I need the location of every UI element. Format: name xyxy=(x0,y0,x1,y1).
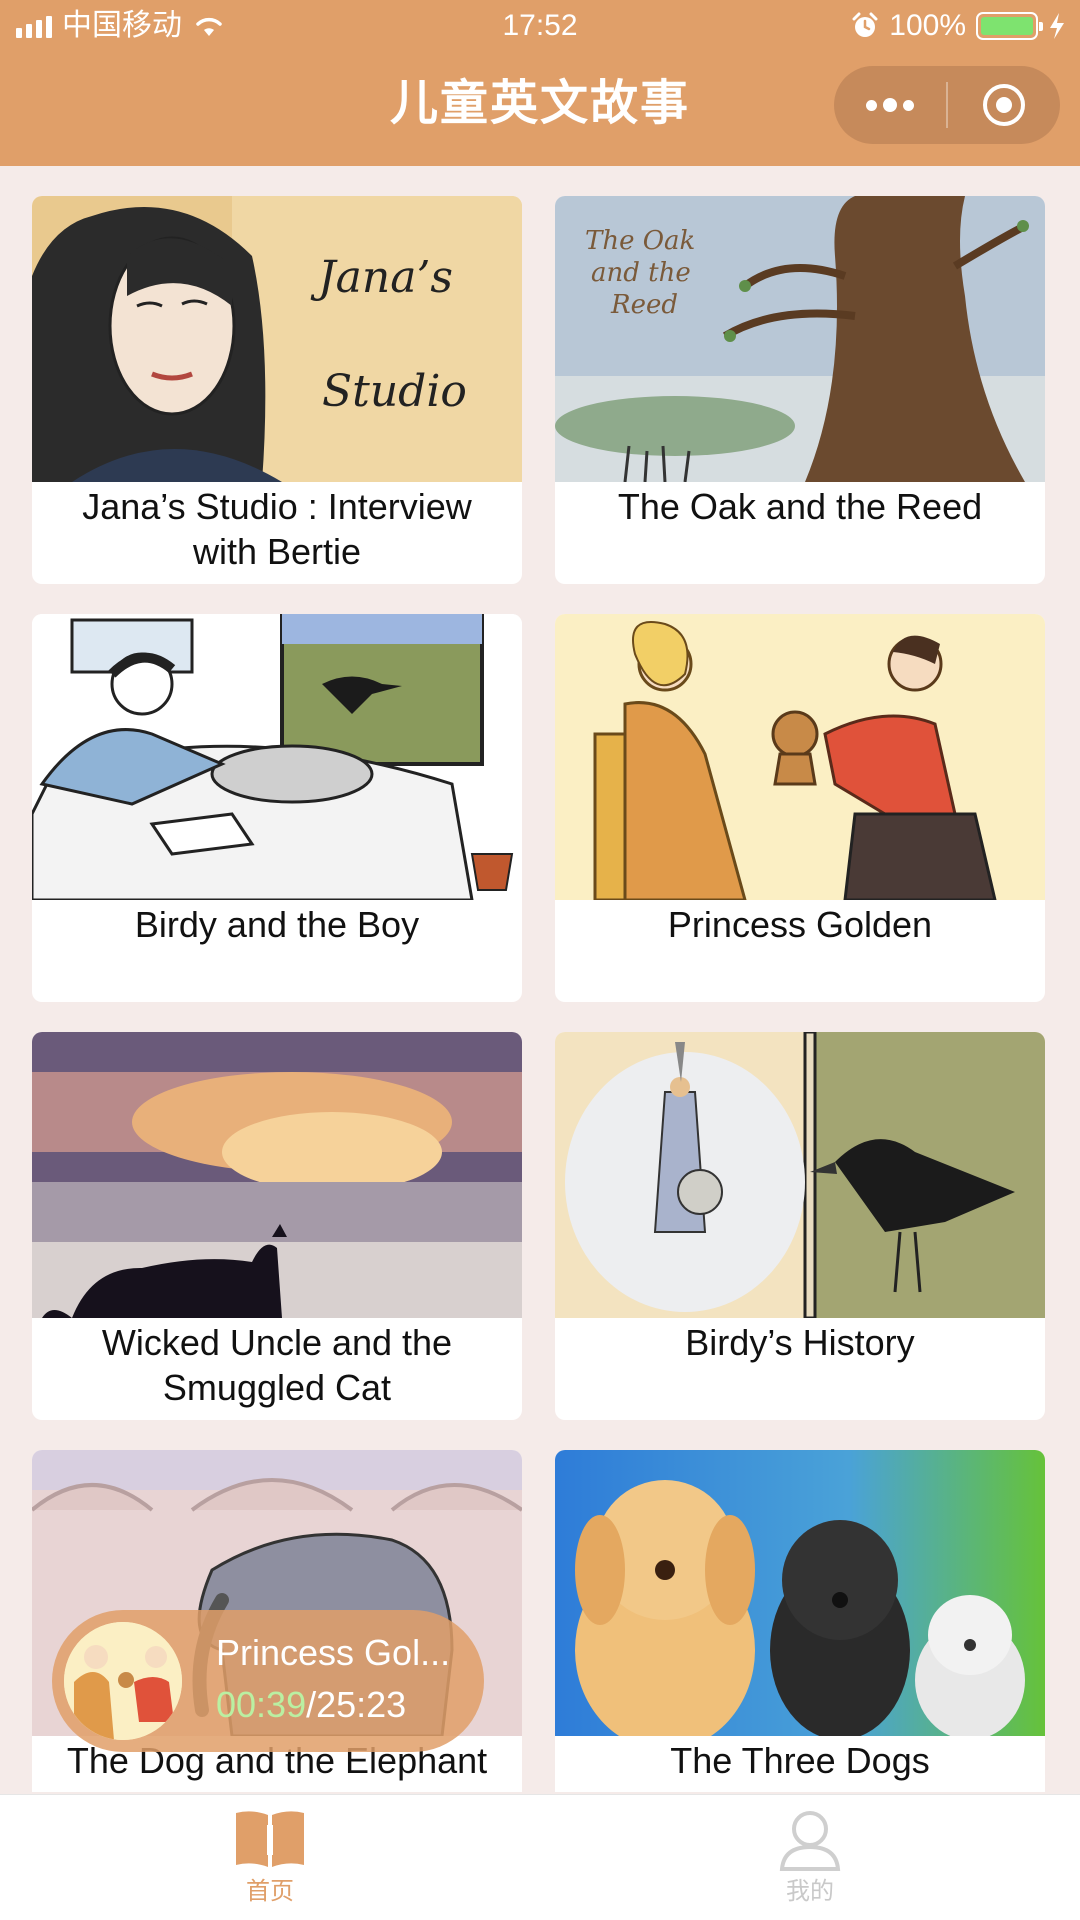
story-title: The Three Dogs xyxy=(670,1740,930,1781)
story-thumbnail xyxy=(555,1450,1045,1736)
story-card[interactable]: The Three Dogs xyxy=(555,1450,1045,1792)
battery-percent: 100% xyxy=(889,9,966,42)
miniprogram-capsule xyxy=(834,66,1060,144)
story-card[interactable]: The Oak and the Reed The Oak and the Ree… xyxy=(555,196,1045,584)
story-card[interactable]: Princess Golden xyxy=(555,614,1045,1002)
book-icon xyxy=(236,1811,304,1867)
player-cover[interactable] xyxy=(64,1622,182,1740)
thumb-text-oak-1: The Oak xyxy=(585,226,696,256)
tab-home[interactable]: 首页 xyxy=(0,1795,540,1920)
story-title: Princess Golden xyxy=(667,904,933,945)
story-card[interactable]: Wicked Uncle and the Smuggled Cat xyxy=(32,1032,522,1420)
status-bar: 中国移动 17:52 100% xyxy=(0,0,1080,52)
battery-icon xyxy=(976,12,1043,40)
thumb-text-oak-2: and the xyxy=(591,258,691,288)
close-miniprogram-button[interactable] xyxy=(948,66,1060,144)
more-button[interactable] xyxy=(834,66,946,144)
thumb-text-oak-3: Reed xyxy=(611,290,678,320)
player-time: 00:39/25:23 xyxy=(216,1682,406,1728)
story-card[interactable]: Birdy and the Boy xyxy=(32,614,522,1002)
story-thumbnail xyxy=(32,1032,522,1318)
story-card[interactable]: Birdy’s History xyxy=(555,1032,1045,1420)
thumb-text-jana-1: Jana’s xyxy=(318,252,454,303)
story-title: Birdy and the Boy xyxy=(134,904,420,945)
story-thumbnail: Jana’s Studio xyxy=(32,196,522,482)
target-icon xyxy=(983,84,1025,126)
story-title: Jana’s Studio : Interview with Bertie xyxy=(82,486,472,572)
tab-home-label: 首页 xyxy=(246,1878,294,1905)
person-icon xyxy=(779,1811,841,1871)
tab-mine[interactable]: 我的 xyxy=(540,1795,1080,1920)
tab-bar: 首页 我的 xyxy=(0,1794,1080,1920)
player-current-time: 00:39 xyxy=(216,1684,307,1725)
story-title: Wicked Uncle and the Smuggled Cat xyxy=(101,1322,453,1408)
story-thumbnail xyxy=(32,614,522,900)
charging-icon xyxy=(1050,13,1064,39)
story-grid: Jana’s Studio Jana’s Studio : Interview … xyxy=(32,196,1048,1792)
story-thumbnail xyxy=(555,614,1045,900)
player-title: Princess Gol... xyxy=(216,1632,451,1673)
thumb-text-jana-2: Studio xyxy=(322,366,467,417)
story-title: Birdy’s History xyxy=(685,1322,915,1363)
top-bar: 中国移动 17:52 100% 儿童英文故事 xyxy=(0,0,1080,166)
alarm-icon xyxy=(852,12,878,37)
story-title: The Oak and the Reed xyxy=(617,486,983,527)
tab-mine-label: 我的 xyxy=(786,1878,834,1905)
mini-player[interactable]: Princess Gol... 00:39/25:23 xyxy=(52,1610,484,1752)
player-total-time: /25:23 xyxy=(306,1684,407,1725)
story-card[interactable]: Jana’s Studio Jana’s Studio : Interview … xyxy=(32,196,522,584)
story-thumbnail xyxy=(555,1032,1045,1318)
story-thumbnail: The Oak and the Reed xyxy=(555,196,1045,482)
